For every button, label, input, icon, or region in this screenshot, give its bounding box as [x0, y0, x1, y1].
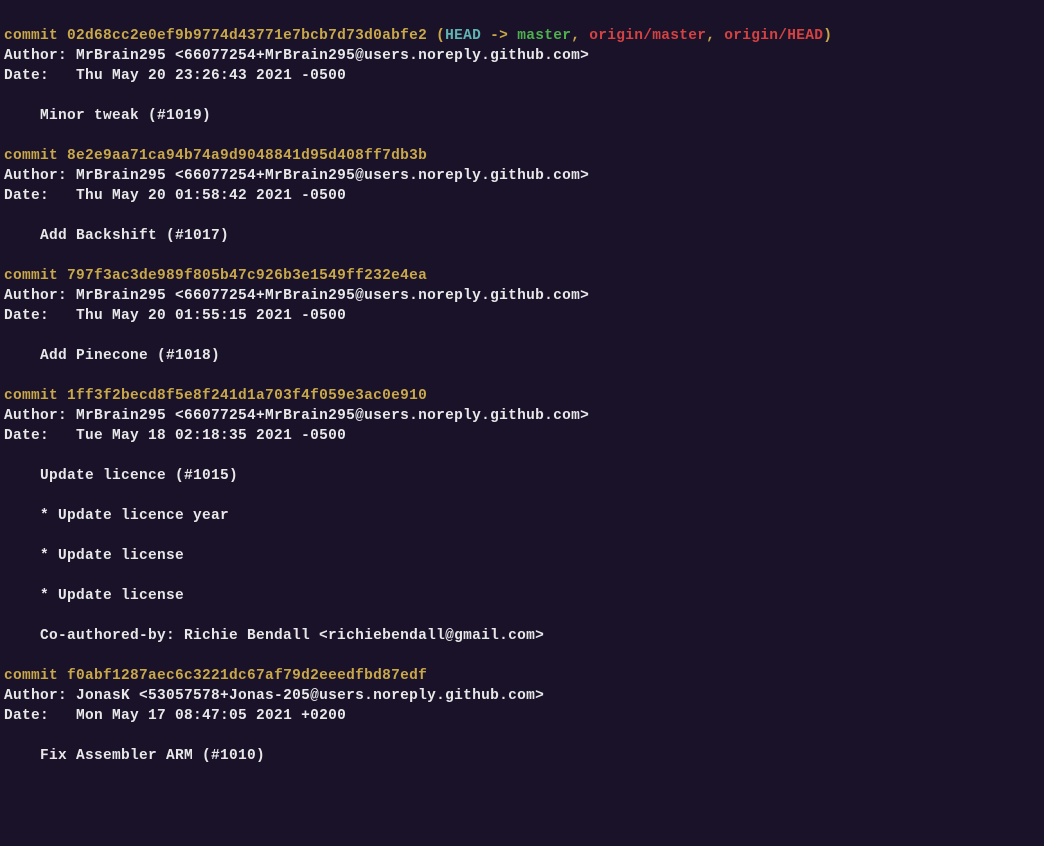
git-log: commit 02d68cc2e0ef9b9774d43771e7bcb7d73…	[4, 26, 1044, 766]
blank-line	[4, 326, 1044, 346]
commit-hash[interactable]: f0abf1287aec6c3221dc67af79d2eeedfbd87edf	[67, 668, 427, 684]
blank-line	[4, 246, 1044, 266]
commit-message: Fix Assembler ARM (#1010)	[40, 748, 265, 764]
date-value: Thu May 20 23:26:43 2021 -0500	[76, 68, 346, 84]
commit-hash[interactable]: 8e2e9aa71ca94b74a9d9048841d95d408ff7db3b	[67, 148, 427, 164]
blank-line	[4, 206, 1044, 226]
commit-message-line: Fix Assembler ARM (#1010)	[4, 746, 1044, 766]
commit-label: commit	[4, 28, 58, 44]
blank-line	[4, 446, 1044, 466]
commit-message-line	[4, 606, 1044, 626]
author-line: Author: MrBrain295 <66077254+MrBrain295@…	[4, 406, 1044, 426]
commit-message-line: Co-authored-by: Richie Bendall <richiebe…	[4, 626, 1044, 646]
author-value: MrBrain295 <66077254+MrBrain295@users.no…	[76, 288, 589, 304]
commit-hash[interactable]: 1ff3f2becd8f5e8f241d1a703f4f059e3ac0e910	[67, 388, 427, 404]
commit-message: Update licence (#1015)	[40, 468, 238, 484]
commit-message-line	[4, 526, 1044, 546]
date-label: Date:	[4, 68, 49, 84]
origin-master-ref: origin/master	[589, 28, 706, 44]
comma: ,	[571, 28, 589, 44]
date-label: Date:	[4, 308, 49, 324]
commit-message: Add Pinecone (#1018)	[40, 348, 220, 364]
commit-line: commit 797f3ac3de989f805b47c926b3e1549ff…	[4, 266, 1044, 286]
commit-line: commit 8e2e9aa71ca94b74a9d9048841d95d408…	[4, 146, 1044, 166]
date-line: Date: Thu May 20 23:26:43 2021 -0500	[4, 66, 1044, 86]
author-line: Author: MrBrain295 <66077254+MrBrain295@…	[4, 166, 1044, 186]
commit-label: commit	[4, 268, 58, 284]
commit-label: commit	[4, 148, 58, 164]
date-line: Date: Thu May 20 01:58:42 2021 -0500	[4, 186, 1044, 206]
date-label: Date:	[4, 428, 49, 444]
comma: ,	[706, 28, 724, 44]
author-value: MrBrain295 <66077254+MrBrain295@users.no…	[76, 48, 589, 64]
date-line: Date: Mon May 17 08:47:05 2021 +0200	[4, 706, 1044, 726]
commit-message-line: Add Pinecone (#1018)	[4, 346, 1044, 366]
commit-line: commit f0abf1287aec6c3221dc67af79d2eeedf…	[4, 666, 1044, 686]
blank-line	[4, 726, 1044, 746]
author-label: Author:	[4, 408, 67, 424]
date-value: Thu May 20 01:58:42 2021 -0500	[76, 188, 346, 204]
commit-hash[interactable]: 797f3ac3de989f805b47c926b3e1549ff232e4ea	[67, 268, 427, 284]
commit-label: commit	[4, 388, 58, 404]
close-paren: )	[823, 28, 832, 44]
commit-message-line	[4, 566, 1044, 586]
commit-message-line: Minor tweak (#1019)	[4, 106, 1044, 126]
author-line: Author: JonasK <53057578+Jonas-205@users…	[4, 686, 1044, 706]
author-label: Author:	[4, 48, 67, 64]
open-paren: (	[436, 28, 445, 44]
origin-head-ref: origin/HEAD	[724, 28, 823, 44]
date-value: Thu May 20 01:55:15 2021 -0500	[76, 308, 346, 324]
author-value: MrBrain295 <66077254+MrBrain295@users.no…	[76, 408, 589, 424]
commit-label: commit	[4, 668, 58, 684]
date-label: Date:	[4, 708, 49, 724]
commit-message: * Update license	[40, 548, 184, 564]
commit-message: Minor tweak (#1019)	[40, 108, 211, 124]
commit-message: * Update license	[40, 588, 184, 604]
commit-message-line	[4, 486, 1044, 506]
commit-message: Co-authored-by: Richie Bendall <richiebe…	[40, 628, 544, 644]
date-value: Mon May 17 08:47:05 2021 +0200	[76, 708, 346, 724]
author-value: JonasK <53057578+Jonas-205@users.noreply…	[76, 688, 544, 704]
master-ref: master	[517, 28, 571, 44]
commit-hash[interactable]: 02d68cc2e0ef9b9774d43771e7bcb7d73d0abfe2	[67, 28, 427, 44]
commit-message-line: Update licence (#1015)	[4, 466, 1044, 486]
date-value: Tue May 18 02:18:35 2021 -0500	[76, 428, 346, 444]
commit-message-line: Add Backshift (#1017)	[4, 226, 1044, 246]
commit-line: commit 1ff3f2becd8f5e8f241d1a703f4f059e3…	[4, 386, 1044, 406]
author-line: Author: MrBrain295 <66077254+MrBrain295@…	[4, 46, 1044, 66]
commit-line: commit 02d68cc2e0ef9b9774d43771e7bcb7d73…	[4, 26, 1044, 46]
arrow: ->	[490, 28, 508, 44]
date-label: Date:	[4, 188, 49, 204]
commit-message-line: * Update license	[4, 546, 1044, 566]
commit-message: * Update licence year	[40, 508, 229, 524]
commit-message-line: * Update licence year	[4, 506, 1044, 526]
commit-message: Add Backshift (#1017)	[40, 228, 229, 244]
blank-line	[4, 646, 1044, 666]
author-label: Author:	[4, 168, 67, 184]
blank-line	[4, 366, 1044, 386]
author-line: Author: MrBrain295 <66077254+MrBrain295@…	[4, 286, 1044, 306]
author-value: MrBrain295 <66077254+MrBrain295@users.no…	[76, 168, 589, 184]
head-ref: HEAD	[445, 28, 481, 44]
commit-message-line: * Update license	[4, 586, 1044, 606]
author-label: Author:	[4, 688, 67, 704]
blank-line	[4, 86, 1044, 106]
date-line: Date: Tue May 18 02:18:35 2021 -0500	[4, 426, 1044, 446]
blank-line	[4, 126, 1044, 146]
date-line: Date: Thu May 20 01:55:15 2021 -0500	[4, 306, 1044, 326]
author-label: Author:	[4, 288, 67, 304]
